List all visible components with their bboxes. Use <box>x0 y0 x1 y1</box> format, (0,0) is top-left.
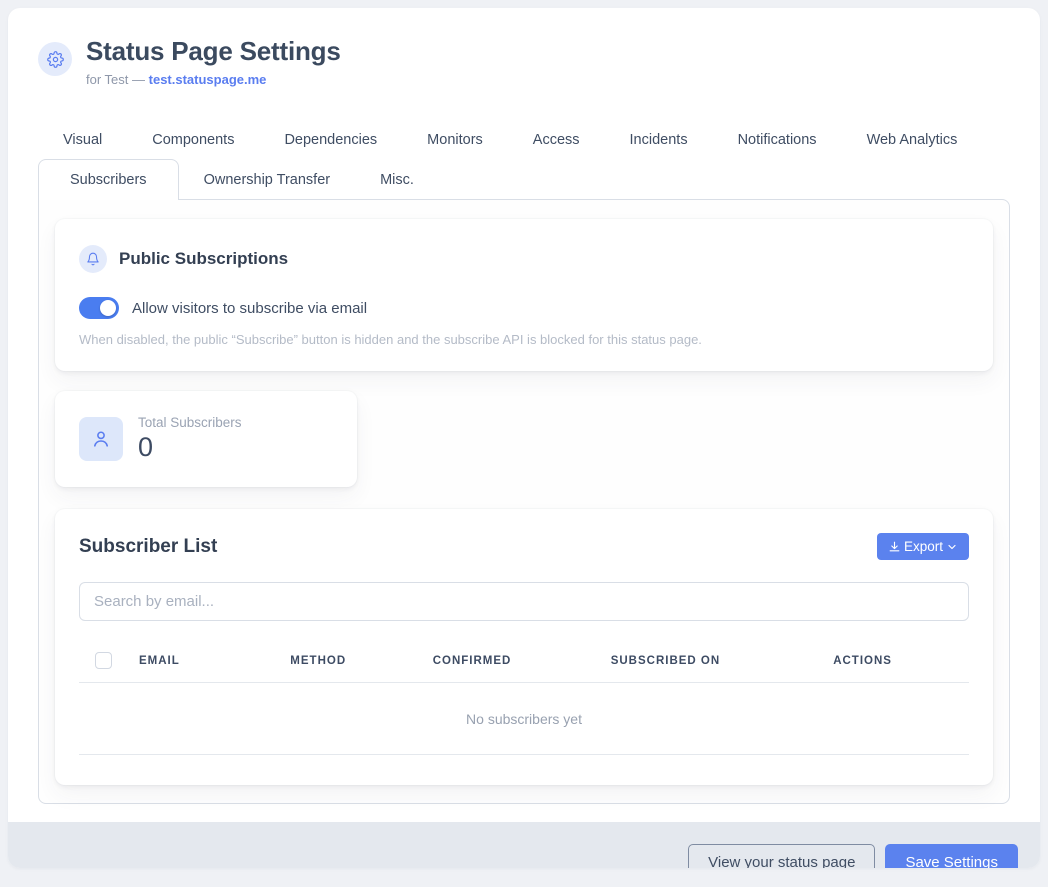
column-method: METHOD <box>282 639 424 683</box>
allow-subscribe-toggle[interactable] <box>79 297 119 319</box>
page-header-text: Status Page Settings for Test — test.sta… <box>86 36 341 87</box>
bell-icon <box>79 245 107 273</box>
save-settings-button[interactable]: Save Settings <box>885 844 1018 868</box>
tab-notifications[interactable]: Notifications <box>713 121 842 159</box>
subtitle-prefix: for Test — <box>86 72 145 87</box>
gear-icon <box>38 42 72 76</box>
tab-subscribers[interactable]: Subscribers <box>38 159 179 200</box>
toggle-knob <box>100 300 116 316</box>
subscriber-list-header: Subscriber List Export <box>79 533 969 560</box>
total-subscribers-card: Total Subscribers 0 <box>55 391 357 487</box>
column-confirmed: CONFIRMED <box>425 639 603 683</box>
column-subscribed-on: SUBSCRIBED ON <box>603 639 826 683</box>
total-subscribers-label: Total Subscribers <box>138 415 242 430</box>
tab-components[interactable]: Components <box>127 121 259 159</box>
tab-ownership-transfer[interactable]: Ownership Transfer <box>179 161 356 199</box>
column-email: EMAIL <box>131 639 282 683</box>
search-input[interactable] <box>79 582 969 621</box>
subscriber-list-card: Subscriber List Export <box>55 509 993 785</box>
subscribers-tab-panel: Public Subscriptions Allow visitors to s… <box>38 199 1010 804</box>
page-title: Status Page Settings <box>86 36 341 67</box>
download-icon <box>888 540 901 553</box>
export-button-label: Export <box>904 539 943 554</box>
subscribe-toggle-label: Allow visitors to subscribe via email <box>132 300 367 317</box>
status-page-settings-window: Status Page Settings for Test — test.sta… <box>8 8 1040 868</box>
subscriber-table: EMAIL METHOD CONFIRMED SUBSCRIBED ON ACT… <box>79 639 969 755</box>
total-subscribers-text: Total Subscribers 0 <box>138 415 242 463</box>
public-subscriptions-card: Public Subscriptions Allow visitors to s… <box>55 219 993 371</box>
tab-dependencies[interactable]: Dependencies <box>259 121 402 159</box>
page-header: Status Page Settings for Test — test.sta… <box>8 8 1040 87</box>
footer-action-bar: View your status page Save Settings <box>8 822 1040 868</box>
tab-web-analytics[interactable]: Web Analytics <box>842 121 983 159</box>
page-subtitle: for Test — test.statuspage.me <box>86 72 341 87</box>
total-subscribers-value: 0 <box>138 432 242 463</box>
public-subscriptions-header: Public Subscriptions <box>79 245 969 273</box>
tab-access[interactable]: Access <box>508 121 605 159</box>
chevron-down-icon <box>946 541 958 553</box>
column-actions: ACTIONS <box>825 639 969 683</box>
public-subscriptions-title: Public Subscriptions <box>119 249 288 269</box>
tabs-row-2: Subscribers Ownership Transfer Misc. <box>38 159 1010 199</box>
empty-state-text: No subscribers yet <box>79 683 969 755</box>
tab-visual[interactable]: Visual <box>38 121 127 159</box>
empty-state-row: No subscribers yet <box>79 683 969 755</box>
export-button[interactable]: Export <box>877 533 969 560</box>
tab-incidents[interactable]: Incidents <box>605 121 713 159</box>
status-page-link[interactable]: test.statuspage.me <box>149 72 267 87</box>
person-icon <box>79 417 123 461</box>
view-status-page-button[interactable]: View your status page <box>688 844 875 868</box>
table-header-row: EMAIL METHOD CONFIRMED SUBSCRIBED ON ACT… <box>79 639 969 683</box>
tab-monitors[interactable]: Monitors <box>402 121 508 159</box>
tab-misc[interactable]: Misc. <box>355 161 439 199</box>
select-all-checkbox[interactable] <box>95 652 112 669</box>
tabs-bar: Visual Components Dependencies Monitors … <box>38 121 1010 199</box>
subscribe-toggle-row: Allow visitors to subscribe via email <box>79 297 969 319</box>
subscriber-list-title: Subscriber List <box>79 536 217 558</box>
tabs-row-1: Visual Components Dependencies Monitors … <box>38 121 1010 159</box>
subscribe-help-text: When disabled, the public “Subscribe” bu… <box>79 332 969 347</box>
